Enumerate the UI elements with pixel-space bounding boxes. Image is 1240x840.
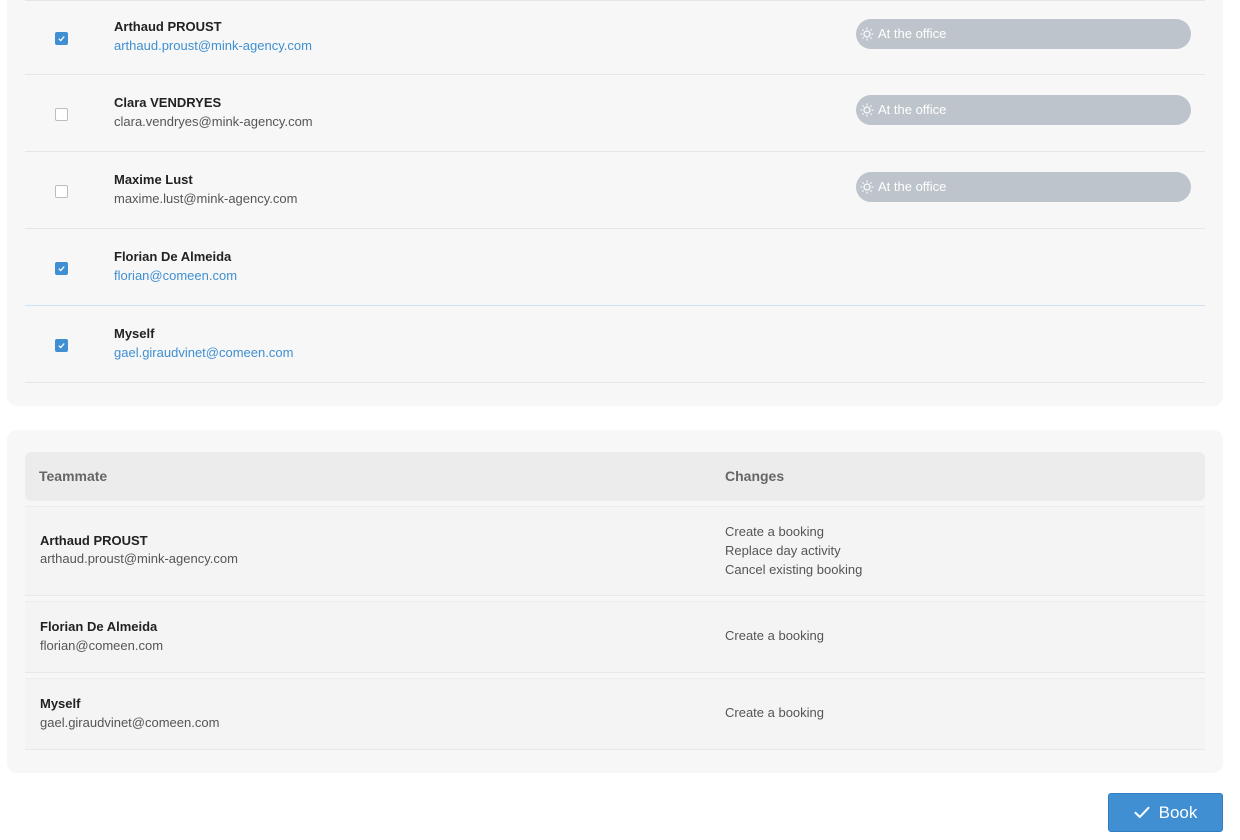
teammate-name: Clara VENDRYES bbox=[114, 95, 222, 110]
status-label: At the office bbox=[878, 178, 947, 194]
teammate-email: florian@comeen.com bbox=[114, 268, 238, 283]
column-header-teammate: Teammate bbox=[39, 468, 108, 484]
sun-icon bbox=[860, 27, 874, 41]
status-badge: At the office bbox=[856, 19, 1191, 49]
teammate-name: Maxime Lust bbox=[114, 172, 193, 187]
teammate-row[interactable]: Maxime Lust maxime.lust@mink-agency.com … bbox=[25, 154, 1205, 229]
table-row: Florian De Almeida florian@comeen.com Cr… bbox=[25, 601, 1205, 673]
row-changes-list: Create a booking bbox=[725, 703, 824, 722]
teammate-list-card: Arthaud PROUST arthaud.proust@mink-agenc… bbox=[7, 0, 1223, 406]
teammate-row[interactable]: Florian De Almeida florian@comeen.com bbox=[25, 231, 1205, 306]
teammate-row[interactable]: Arthaud PROUST arthaud.proust@mink-agenc… bbox=[25, 0, 1205, 75]
teammate-email: arthaud.proust@mink-agency.com bbox=[114, 38, 312, 53]
row-teammate-name: Florian De Almeida bbox=[40, 619, 158, 634]
teammate-checkbox[interactable] bbox=[55, 108, 68, 121]
teammate-email: gael.giraudvinet@comeen.com bbox=[114, 345, 294, 360]
row-teammate-name: Arthaud PROUST bbox=[40, 533, 148, 548]
check-icon bbox=[58, 36, 65, 42]
teammate-name: Myself bbox=[114, 326, 155, 341]
row-changes-list: Create a booking Replace day activity Ca… bbox=[725, 522, 862, 579]
check-icon bbox=[58, 343, 65, 349]
book-button-label: Book bbox=[1158, 802, 1198, 822]
table-row: Arthaud PROUST arthaud.proust@mink-agenc… bbox=[25, 506, 1205, 596]
teammate-checkbox[interactable] bbox=[55, 185, 68, 198]
teammate-checkbox[interactable] bbox=[55, 262, 68, 275]
row-teammate-email: arthaud.proust@mink-agency.com bbox=[40, 551, 238, 566]
status-badge: At the office bbox=[856, 95, 1191, 125]
row-changes-list: Create a booking bbox=[725, 626, 824, 645]
changes-summary-card: Teammate Changes Arthaud PROUST arthaud.… bbox=[7, 430, 1223, 773]
teammate-name: Arthaud PROUST bbox=[114, 19, 222, 34]
book-button[interactable]: Book bbox=[1108, 793, 1223, 832]
teammate-checkbox[interactable] bbox=[55, 32, 68, 45]
table-header: Teammate Changes bbox=[25, 452, 1205, 501]
column-header-changes: Changes bbox=[725, 468, 785, 484]
change-item: Create a booking bbox=[725, 705, 825, 720]
change-item: Cancel existing booking bbox=[725, 562, 863, 577]
teammate-checkbox[interactable] bbox=[55, 339, 68, 352]
sun-icon bbox=[860, 103, 874, 117]
change-item: Create a booking bbox=[725, 524, 825, 539]
teammate-name: Florian De Almeida bbox=[114, 249, 232, 264]
table-row: Myself gael.giraudvinet@comeen.com Creat… bbox=[25, 678, 1205, 750]
check-icon bbox=[1134, 806, 1150, 819]
row-teammate-email: florian@comeen.com bbox=[40, 638, 164, 653]
sun-icon bbox=[860, 180, 874, 194]
check-icon bbox=[58, 266, 65, 272]
status-badge: At the office bbox=[856, 172, 1191, 202]
teammate-email: maxime.lust@mink-agency.com bbox=[114, 191, 298, 206]
change-item: Replace day activity bbox=[725, 543, 841, 558]
teammate-row[interactable]: Myself gael.giraudvinet@comeen.com bbox=[25, 308, 1205, 383]
teammate-email: clara.vendryes@mink-agency.com bbox=[114, 114, 313, 129]
row-teammate-name: Myself bbox=[40, 696, 81, 711]
status-label: At the office bbox=[878, 25, 947, 41]
status-label: At the office bbox=[878, 101, 947, 117]
teammate-row[interactable]: Clara VENDRYES clara.vendryes@mink-agenc… bbox=[25, 77, 1205, 152]
change-item: Create a booking bbox=[725, 628, 825, 643]
row-teammate-email: gael.giraudvinet@comeen.com bbox=[40, 715, 220, 730]
